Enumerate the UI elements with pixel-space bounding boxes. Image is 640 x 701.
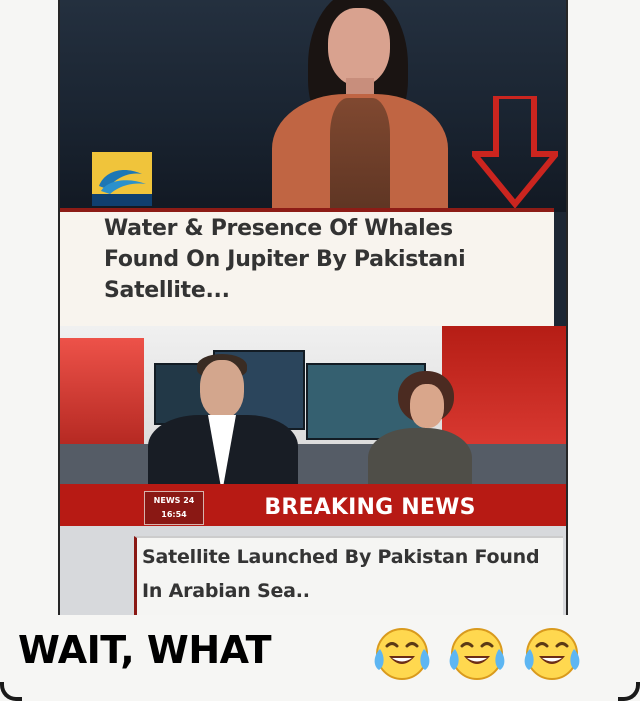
female-anchor-face xyxy=(410,384,444,428)
bottom-news-headline: Satellite Launched By Pakistan Found In … xyxy=(142,546,540,602)
channel-logo-icon xyxy=(92,152,152,206)
top-anchor-face xyxy=(328,8,390,86)
channel-badge-name: NEWS 24 xyxy=(153,496,195,505)
laughing-crying-emoji-icon xyxy=(524,628,580,680)
right-corner-frame xyxy=(618,682,640,701)
laughing-crying-emoji-icon xyxy=(374,628,430,680)
news-desk xyxy=(60,444,566,484)
breaking-news-label: BREAKING NEWS xyxy=(264,495,476,520)
channel-badge-time: 16:54 xyxy=(161,510,187,519)
top-anchor-collar xyxy=(330,98,390,218)
laughing-crying-emoji-icon xyxy=(449,628,505,680)
male-anchor-face xyxy=(200,360,244,418)
left-corner-frame xyxy=(0,682,22,701)
meme-image: Water & Presence Of Whales Found On Jupi… xyxy=(0,0,640,701)
down-arrow-icon xyxy=(472,96,558,208)
bottom-news-frame: NEWS 24 16:54 BREAKING NEWS Satellite La… xyxy=(58,326,568,615)
top-news-headline: Water & Presence Of Whales Found On Jupi… xyxy=(104,216,466,303)
channel-badge: NEWS 24 16:54 xyxy=(144,491,204,525)
reaction-text: WAIT, WHAT xyxy=(18,628,272,672)
